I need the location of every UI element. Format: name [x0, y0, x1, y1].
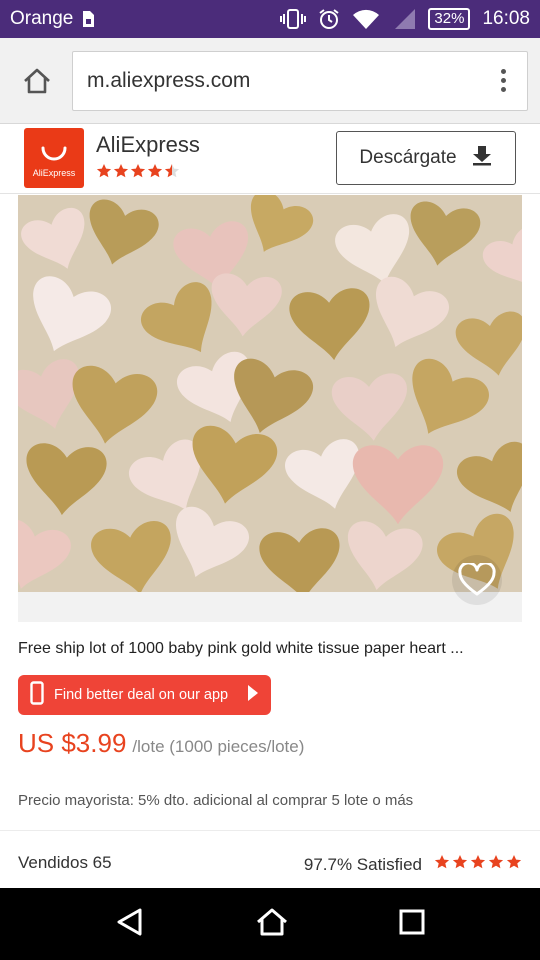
- battery-icon: 32%: [428, 8, 471, 30]
- phone-icon: [30, 681, 44, 709]
- product-title[interactable]: Free ship lot of 1000 baby pink gold whi…: [18, 640, 522, 658]
- overflow-menu-icon[interactable]: [493, 69, 513, 92]
- home-nav-icon[interactable]: [255, 907, 289, 942]
- star-icon: [130, 164, 146, 178]
- product-image[interactable]: [18, 195, 522, 592]
- wifi-icon: [352, 8, 380, 30]
- price-unit: /lote (1000 pieces/lote): [132, 737, 305, 756]
- android-nav-bar: [0, 888, 540, 960]
- deal-label: Find better deal on our app: [54, 687, 229, 703]
- download-app-button[interactable]: Descárgate: [336, 131, 516, 185]
- wishlist-heart-icon[interactable]: [452, 555, 502, 605]
- clock: 16:08: [482, 8, 530, 29]
- sim-icon: [81, 10, 95, 28]
- vibrate-icon: [280, 9, 307, 29]
- url-bar[interactable]: m.aliexpress.com: [72, 50, 528, 111]
- find-better-deal-button[interactable]: Find better deal on our app: [18, 675, 271, 715]
- star-icon: [96, 164, 112, 178]
- app-banner: AliExpress AliExpress Descárgate: [0, 124, 540, 194]
- star-icon: [113, 164, 129, 178]
- recents-icon[interactable]: [399, 909, 425, 940]
- browser-toolbar: m.aliexpress.com: [0, 38, 540, 124]
- logo-text: AliExpress: [32, 168, 76, 178]
- image-pagination-strip: [18, 592, 522, 622]
- satisfaction[interactable]: 97.7% Satisfied: [304, 853, 522, 876]
- download-icon: [471, 144, 493, 172]
- battery-level: 32%: [434, 10, 465, 27]
- price: US $3.99: [18, 728, 127, 758]
- satisfied-label: 97.7% Satisfied: [303, 854, 422, 874]
- carrier-label: Orange: [10, 8, 74, 29]
- price-row: US $3.99 /lote (1000 pieces/lote): [18, 728, 304, 759]
- sold-count: Vendidos 65: [18, 853, 112, 872]
- wholesale-price: Precio mayorista: 5% dto. adicional al c…: [18, 792, 414, 809]
- download-label: Descárgate: [359, 147, 457, 168]
- satisfaction-stars: [434, 853, 522, 876]
- home-icon[interactable]: [12, 56, 62, 106]
- play-arrow-icon: [247, 684, 259, 706]
- status-bar: Orange 32% 16:08: [0, 0, 540, 38]
- alarm-icon: [318, 8, 340, 30]
- divider: [0, 830, 540, 831]
- half-star-icon: [164, 164, 180, 178]
- url-text: m.aliexpress.com: [87, 68, 251, 92]
- star-icon: [147, 164, 163, 178]
- back-icon[interactable]: [115, 907, 145, 942]
- app-rating: [96, 162, 186, 180]
- aliexpress-logo[interactable]: AliExpress: [24, 128, 84, 188]
- signal-icon: [392, 8, 416, 30]
- app-name: AliExpress: [96, 132, 200, 157]
